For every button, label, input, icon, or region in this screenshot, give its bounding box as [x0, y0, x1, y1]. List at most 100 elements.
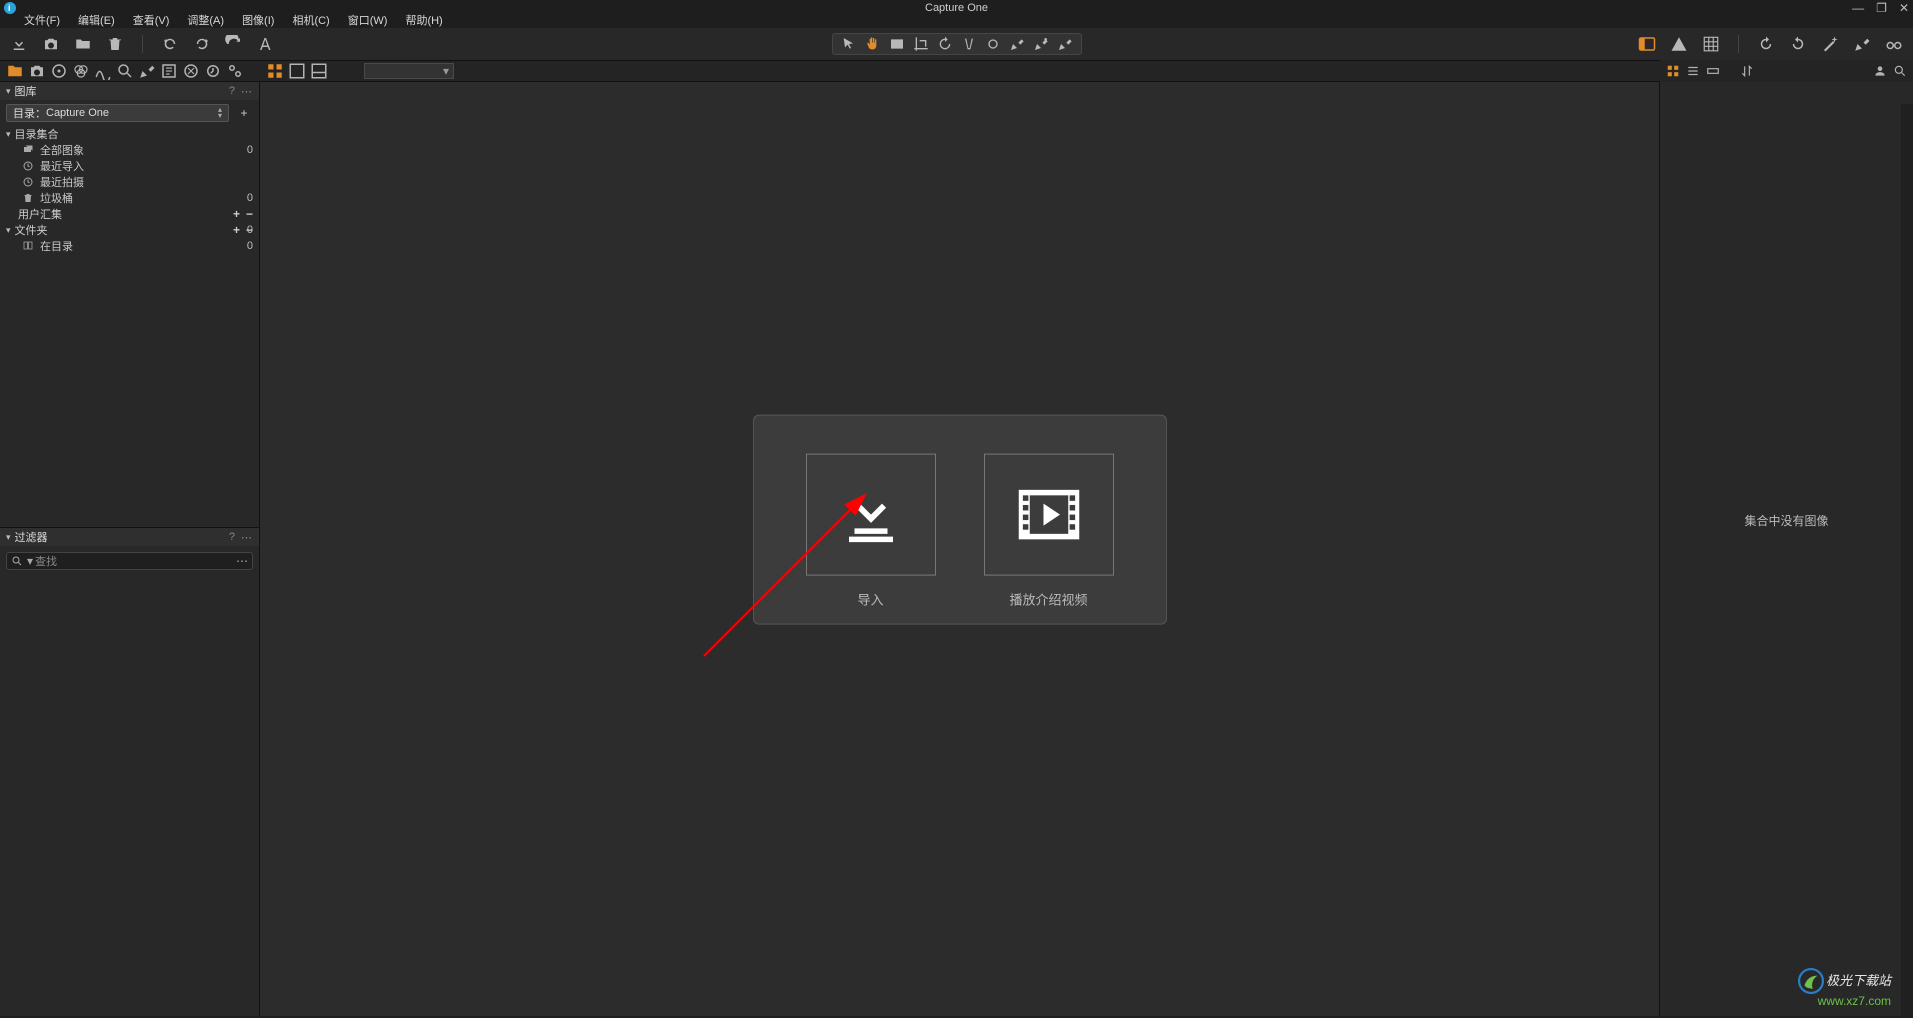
welcome-dialog: 导入 播放介绍视频: [753, 415, 1167, 625]
stack-icon: [22, 144, 34, 156]
open-folder-icon[interactable]: [74, 35, 92, 53]
empty-state-text: 集合中没有图像: [1660, 512, 1913, 529]
search-icon: [11, 555, 23, 567]
tab-exposure-icon[interactable]: [94, 62, 112, 80]
close-button[interactable]: ✕: [1899, 2, 1909, 14]
group-user-collections[interactable]: 用户汇集 + −: [0, 206, 259, 222]
undo-icon[interactable]: [161, 35, 179, 53]
import-card[interactable]: 导入: [806, 454, 936, 609]
mask-erase-tool[interactable]: [1053, 34, 1077, 54]
minimize-button[interactable]: —: [1852, 2, 1864, 14]
tab-settings-icon[interactable]: [226, 62, 244, 80]
clock-icon: [22, 160, 34, 172]
spot-tool[interactable]: [981, 34, 1005, 54]
thumb-grid-icon[interactable]: [1666, 64, 1680, 78]
menu-image[interactable]: 图像(I): [242, 12, 274, 28]
video-icon: [1016, 482, 1082, 548]
view-single-icon[interactable]: [288, 62, 306, 80]
view-split-icon[interactable]: [310, 62, 328, 80]
tab-color-icon[interactable]: [72, 62, 90, 80]
help-icon[interactable]: ?: [229, 531, 235, 543]
add-folder-button[interactable]: +: [233, 223, 240, 237]
add-collection-button[interactable]: +: [233, 207, 240, 221]
mask-draw-tool[interactable]: [1005, 34, 1029, 54]
viewer: 导入 播放介绍视频: [260, 82, 1659, 1016]
group-folders[interactable]: ▾ 文件夹 + −: [0, 222, 259, 238]
select-tool[interactable]: [837, 34, 861, 54]
glasses-icon[interactable]: [1885, 35, 1903, 53]
search-options-icon[interactable]: ⋯: [236, 554, 248, 568]
view-grid-icon[interactable]: [266, 62, 284, 80]
rotate-tool[interactable]: [933, 34, 957, 54]
browser-toggle-icon[interactable]: [1638, 35, 1656, 53]
chevron-down-icon: ▾: [6, 86, 11, 97]
edit-icon[interactable]: [1853, 35, 1871, 53]
annotate-icon[interactable]: [257, 35, 275, 53]
search-icon[interactable]: [1893, 64, 1907, 78]
thumb-list-icon[interactable]: [1686, 64, 1700, 78]
menu-edit[interactable]: 编辑(E): [78, 12, 115, 28]
rotate-ccw-icon[interactable]: [1757, 35, 1775, 53]
library-header[interactable]: ▾ 图库 ? ⋯: [0, 82, 259, 100]
pan-tool[interactable]: [861, 34, 885, 54]
maximize-button[interactable]: ❐: [1876, 2, 1887, 14]
tab-output-icon[interactable]: [182, 62, 200, 80]
menu-bar: 文件(F) 编辑(E) 查看(V) 调整(A) 图像(I) 相机(C) 窗口(W…: [0, 14, 1913, 28]
filter-header[interactable]: ▾ 过滤器 ? ⋯: [0, 528, 259, 546]
left-panel: ▾ 图库 ? ⋯ 目录： Capture One ▴▾ + ▾ 目录集合 全部图…: [0, 82, 260, 1016]
rotate-cw-icon[interactable]: [1789, 35, 1807, 53]
keystone-tool[interactable]: [957, 34, 981, 54]
catalog-dropdown[interactable]: 目录： Capture One ▴▾: [6, 104, 229, 122]
right-scrollbar[interactable]: [1901, 104, 1913, 1016]
item-recent-import[interactable]: 最近导入: [0, 158, 259, 174]
menu-file[interactable]: 文件(F): [24, 12, 60, 28]
redo2-icon[interactable]: [225, 35, 243, 53]
separator: [142, 35, 143, 53]
item-recent-capture[interactable]: 最近拍摄: [0, 174, 259, 190]
remove-collection-button[interactable]: −: [246, 207, 253, 221]
tab-adjust-icon[interactable]: [138, 62, 156, 80]
thumb-filmstrip-icon[interactable]: [1706, 64, 1720, 78]
tab-details-icon[interactable]: [116, 62, 134, 80]
menu-camera[interactable]: 相机(C): [292, 12, 329, 28]
alert-icon[interactable]: [1670, 35, 1688, 53]
item-in-catalog[interactable]: 在目录 0: [0, 238, 259, 254]
redo-icon[interactable]: [193, 35, 211, 53]
menu-adjust[interactable]: 调整(A): [187, 12, 224, 28]
chevron-down-icon: ▾: [6, 225, 11, 236]
separator: [1738, 35, 1739, 53]
grid-icon[interactable]: [1702, 35, 1720, 53]
search-input[interactable]: ▾ 查找 ⋯: [6, 552, 253, 570]
tab-batch-icon[interactable]: [204, 62, 222, 80]
capture-icon[interactable]: [42, 35, 60, 53]
remove-folder-button[interactable]: −: [246, 223, 253, 237]
menu-view[interactable]: 查看(V): [133, 12, 170, 28]
import-icon[interactable]: [10, 35, 28, 53]
tab-library-icon[interactable]: [6, 62, 24, 80]
clock-icon: [22, 176, 34, 188]
loupe-tool[interactable]: [885, 34, 909, 54]
sort-icon[interactable]: [1740, 64, 1754, 78]
menu-help[interactable]: 帮助(H): [405, 12, 442, 28]
tab-meta-icon[interactable]: [160, 62, 178, 80]
crop-tool[interactable]: [909, 34, 933, 54]
group-catalog-collections[interactable]: ▾ 目录集合: [0, 126, 259, 142]
help-icon[interactable]: ?: [229, 85, 235, 97]
user-icon[interactable]: [1873, 64, 1887, 78]
mask-grad-tool[interactable]: [1029, 34, 1053, 54]
library-title: 图库: [15, 83, 229, 99]
catalog-tree: ▾ 目录集合 全部图象 0 最近导入 最近拍摄 垃圾桶 0: [0, 126, 259, 260]
download-icon: [838, 482, 904, 548]
trash-icon[interactable]: [106, 35, 124, 53]
item-trash[interactable]: 垃圾桶 0: [0, 190, 259, 206]
item-all-images[interactable]: 全部图象 0: [0, 142, 259, 158]
add-catalog-button[interactable]: +: [235, 106, 253, 120]
wand-icon[interactable]: [1821, 35, 1839, 53]
more-icon[interactable]: ⋯: [241, 531, 253, 544]
menu-window[interactable]: 窗口(W): [348, 12, 388, 28]
tab-capture-icon[interactable]: [28, 62, 46, 80]
tab-lens-icon[interactable]: [50, 62, 68, 80]
video-card[interactable]: 播放介绍视频: [984, 454, 1114, 609]
preset-dropdown[interactable]: ▾: [364, 63, 454, 79]
more-icon[interactable]: ⋯: [241, 85, 253, 98]
